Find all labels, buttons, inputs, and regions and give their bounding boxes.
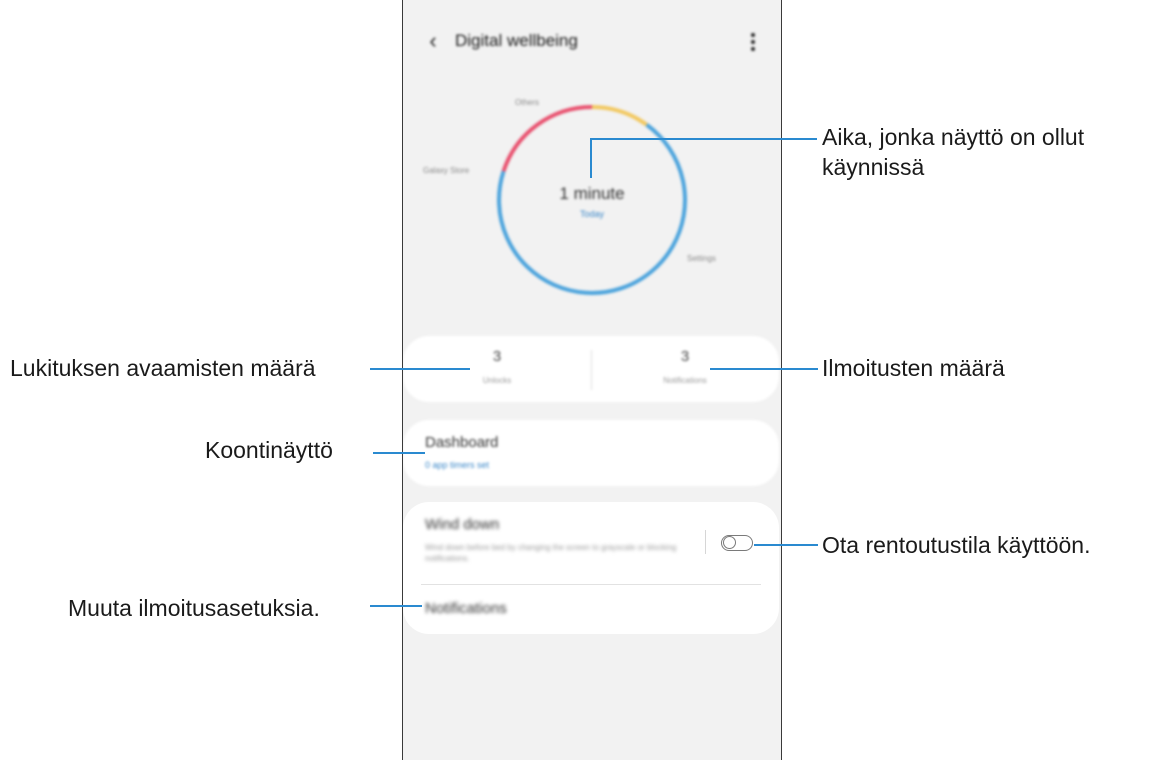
item-divider — [421, 584, 761, 585]
usage-chart[interactable]: Others Galaxy Store Settings 1 minute To… — [403, 90, 781, 320]
dashboard-subtitle: 0 app timers set — [425, 460, 490, 470]
callout-line-wind-down — [754, 544, 818, 546]
notifications-label: Notifications — [663, 376, 707, 385]
segment-label-galaxy-store: Galaxy Store — [423, 166, 470, 175]
callout-wind-down: Ota rentoutustila käyttöön. — [822, 532, 1091, 558]
screen-time-value: 1 minute — [559, 184, 625, 203]
dashboard-title: Dashboard — [425, 434, 499, 451]
unlocks-count: 3 — [492, 348, 502, 365]
callout-unlocks: Lukituksen avaamisten määrä — [10, 355, 316, 381]
screen-time-day: Today — [579, 209, 605, 219]
donut-segment-galaxy-store — [501, 105, 593, 172]
segment-label-others: Others — [515, 98, 540, 107]
callout-line-unlocks — [370, 368, 470, 370]
callout-dashboard: Koontinäyttö — [205, 437, 333, 463]
notifications-item[interactable]: Notifications — [425, 600, 507, 617]
donut-segment-others — [591, 105, 648, 127]
chevron-left-icon[interactable]: ‹ — [421, 28, 445, 56]
notifications-count: 3 — [680, 348, 690, 365]
manual-illustration: ‹ Digital wellbeing Others Galaxy Store … — [0, 0, 1150, 760]
toggle-divider — [705, 530, 706, 554]
unlocks-label: Unlocks — [482, 376, 512, 385]
wind-down-title: Wind down — [425, 516, 500, 533]
callout-screen-time: Aika, jonka näyttö on ollut käynnissä — [822, 124, 1085, 180]
more-vertical-icon[interactable] — [745, 30, 761, 54]
callout-line-dashboard — [373, 452, 425, 454]
dashboard-item[interactable]: Dashboard 0 app timers set — [403, 420, 779, 486]
callout-notification-settings: Muuta ilmoitusasetuksia. — [68, 595, 320, 621]
phone-screen: ‹ Digital wellbeing Others Galaxy Store … — [402, 0, 782, 760]
settings-card: Wind down Wind down before bed by changi… — [403, 502, 779, 634]
app-title: Digital wellbeing — [455, 31, 578, 50]
toggle-knob — [723, 536, 736, 549]
callout-notifications-count: Ilmoitusten määrä — [822, 355, 1005, 381]
callout-line-notification-settings — [370, 605, 422, 607]
wind-down-description: Wind down before bed by changing the scr… — [425, 543, 677, 563]
segment-label-settings: Settings — [687, 254, 716, 263]
wind-down-toggle[interactable] — [721, 535, 753, 551]
app-bar: ‹ Digital wellbeing — [403, 22, 781, 62]
callout-line-screen-time-h — [590, 138, 817, 140]
callout-line-notifications — [710, 368, 818, 370]
usage-donut — [497, 105, 687, 295]
callout-line-screen-time — [590, 138, 592, 178]
